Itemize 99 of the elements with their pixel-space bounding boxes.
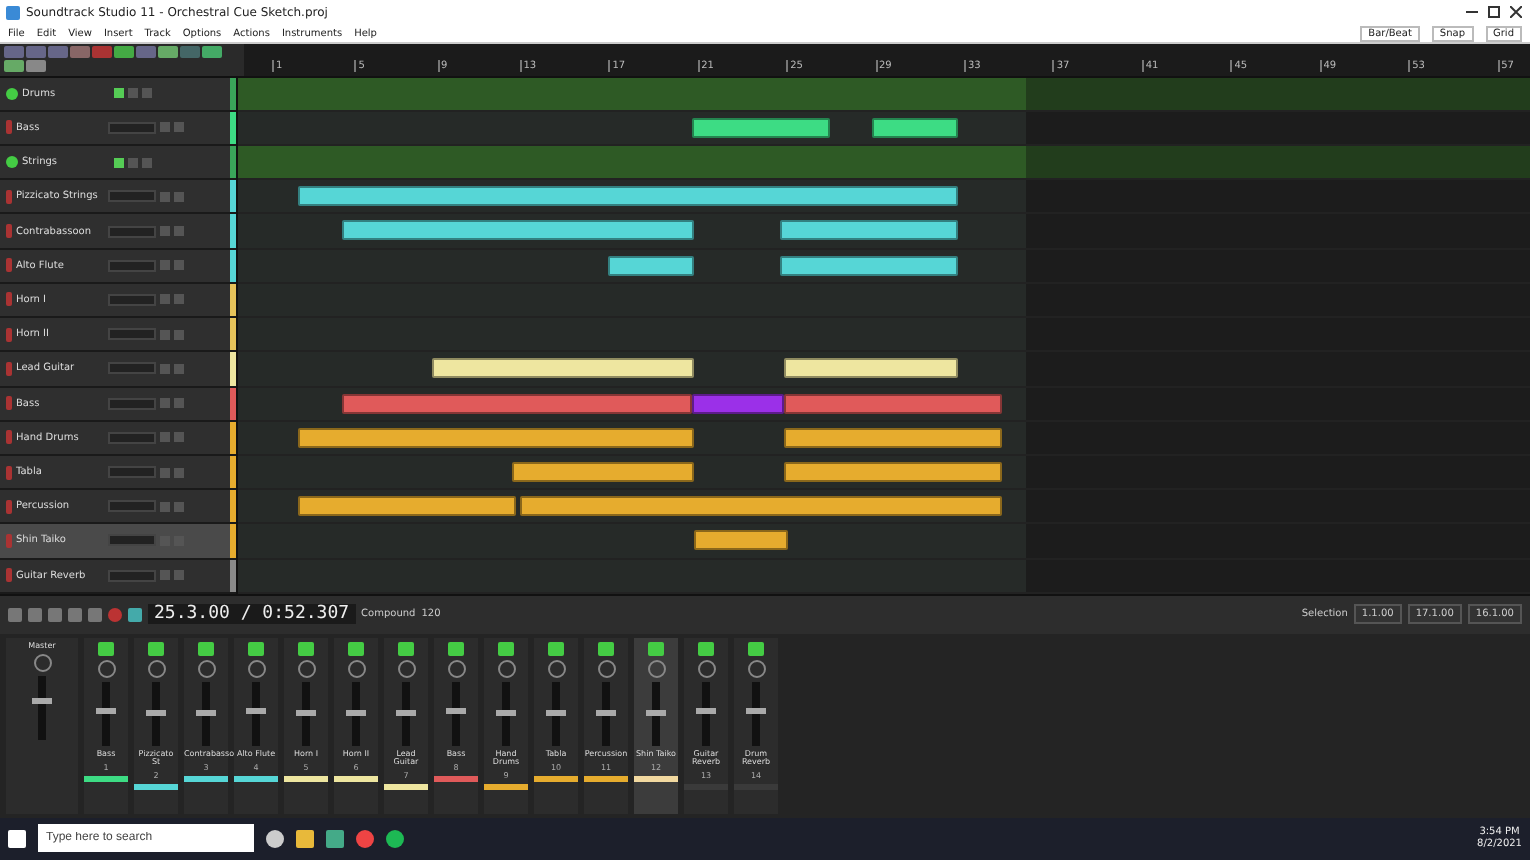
power-button[interactable] [148, 641, 164, 656]
record-arm-icon[interactable] [6, 568, 12, 583]
circle-icon[interactable] [266, 829, 284, 848]
volume-slider[interactable] [108, 121, 156, 134]
knob-icon[interactable] [747, 659, 765, 678]
audio-clip[interactable] [608, 255, 695, 276]
volume-slider[interactable] [108, 259, 156, 272]
knob-icon[interactable] [447, 659, 465, 678]
audio-clip[interactable] [779, 255, 959, 276]
volume-slider[interactable] [108, 534, 156, 547]
fader-thumb[interactable] [146, 710, 166, 717]
power-button[interactable] [698, 641, 714, 656]
audio-clip[interactable] [779, 220, 959, 241]
record-arm-icon[interactable] [6, 499, 12, 514]
volume-slider[interactable] [108, 500, 156, 513]
audio-clip[interactable] [871, 117, 959, 138]
fader-thumb[interactable] [646, 710, 666, 717]
folder-toggle[interactable] [114, 157, 124, 168]
knob-icon[interactable] [647, 659, 665, 678]
fader-thumb[interactable] [96, 707, 116, 714]
volume-slider[interactable] [108, 225, 156, 238]
power-button[interactable] [598, 641, 614, 656]
close-icon[interactable] [1508, 5, 1524, 20]
fader-thumb[interactable] [546, 710, 566, 717]
audio-clip[interactable] [511, 461, 695, 482]
knob-icon[interactable] [197, 659, 215, 678]
knob-icon[interactable] [33, 653, 51, 672]
knob-icon[interactable] [347, 659, 365, 678]
knob-icon[interactable] [397, 659, 415, 678]
volume-slider[interactable] [108, 466, 156, 478]
audio-clip[interactable] [519, 496, 1003, 517]
knob-icon[interactable] [97, 659, 115, 678]
audio-clip[interactable] [342, 393, 693, 413]
start-icon[interactable] [8, 829, 26, 848]
knob-icon[interactable] [697, 659, 715, 678]
loop-button[interactable] [128, 607, 142, 622]
audio-clip[interactable] [298, 496, 516, 517]
fader-thumb[interactable] [596, 710, 616, 717]
record-arm-icon[interactable] [6, 189, 12, 204]
power-button[interactable] [348, 641, 364, 656]
volume-slider[interactable] [108, 431, 156, 444]
volume-slider[interactable] [108, 328, 156, 341]
power-button[interactable] [98, 641, 114, 656]
power-button[interactable] [498, 641, 514, 656]
app-icon[interactable] [326, 829, 344, 848]
power-button[interactable] [748, 641, 764, 656]
audio-clip[interactable] [783, 427, 1003, 448]
record-arm-icon[interactable] [6, 224, 12, 239]
volume-slider[interactable] [108, 397, 156, 410]
audio-clip[interactable] [298, 186, 959, 207]
audio-clip[interactable] [692, 393, 784, 413]
app-icon [6, 5, 20, 20]
fader-thumb[interactable] [246, 707, 266, 714]
fader-thumb[interactable] [746, 707, 766, 714]
record-arm-icon[interactable] [6, 396, 12, 411]
audio-clip[interactable] [783, 393, 1003, 413]
power-button[interactable] [448, 641, 464, 656]
power-button[interactable] [248, 641, 264, 656]
audio-clip[interactable] [298, 427, 695, 448]
knob-icon[interactable] [597, 659, 615, 678]
audio-clip[interactable] [694, 530, 789, 551]
fader-thumb[interactable] [396, 710, 416, 717]
record-arm-icon[interactable] [6, 361, 12, 376]
audio-clip[interactable] [691, 117, 830, 138]
fader-thumb[interactable] [296, 710, 316, 717]
power-button[interactable] [298, 641, 314, 656]
audio-clip[interactable] [783, 358, 959, 379]
maximize-icon[interactable] [1486, 5, 1502, 20]
volume-slider[interactable] [108, 362, 156, 375]
knob-icon[interactable] [297, 659, 315, 678]
record-arm-icon[interactable] [6, 327, 12, 342]
audio-clip[interactable] [431, 358, 695, 379]
record-arm-icon[interactable] [6, 120, 12, 135]
record-button[interactable] [108, 607, 122, 622]
knob-icon[interactable] [547, 659, 565, 678]
fader-thumb[interactable] [32, 698, 52, 705]
knob-icon[interactable] [147, 659, 165, 678]
knob-icon[interactable] [247, 659, 265, 678]
volume-slider[interactable] [108, 293, 156, 306]
time-display: 25.3.00 / 0:52.307 [148, 604, 356, 625]
power-button[interactable] [548, 641, 564, 656]
record-arm-icon[interactable] [6, 292, 12, 307]
fader-thumb[interactable] [696, 707, 716, 714]
audio-clip[interactable] [783, 461, 1003, 482]
folder-toggle[interactable] [114, 88, 124, 99]
knob-icon[interactable] [497, 659, 515, 678]
volume-slider[interactable] [108, 190, 156, 203]
audio-clip[interactable] [342, 220, 695, 241]
volume-slider[interactable] [108, 569, 156, 582]
power-button[interactable] [648, 641, 664, 656]
fader-thumb[interactable] [346, 710, 366, 717]
record-arm-icon[interactable] [6, 430, 12, 445]
record-arm-icon[interactable] [6, 465, 12, 479]
fader-thumb[interactable] [496, 710, 516, 717]
fader-thumb[interactable] [446, 707, 466, 714]
record-arm-icon[interactable] [6, 258, 12, 273]
power-button[interactable] [198, 641, 214, 656]
power-button[interactable] [398, 641, 414, 656]
fader-thumb[interactable] [196, 710, 216, 717]
